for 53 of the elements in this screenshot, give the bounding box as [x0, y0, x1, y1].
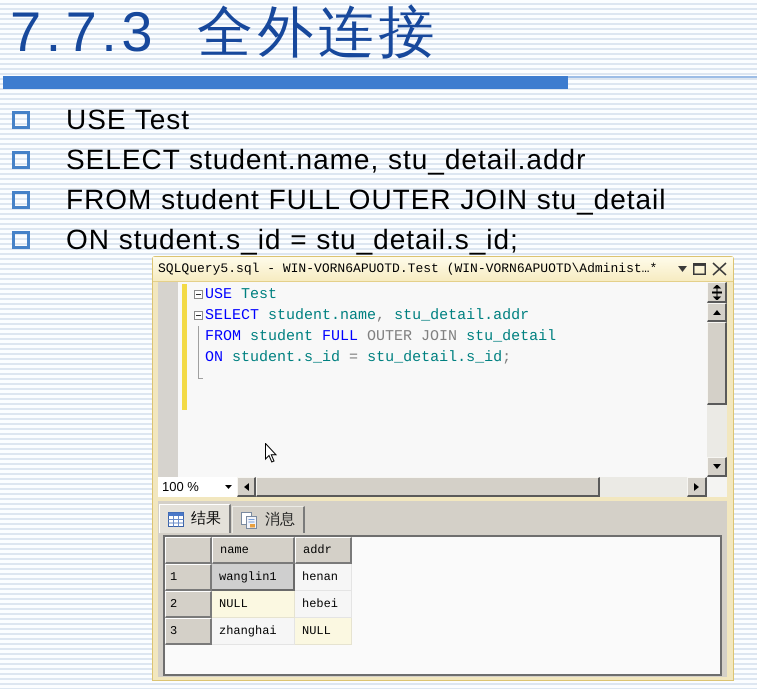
- bullet-text: SELECT student.name, stu_detail.addr: [66, 143, 586, 177]
- bullet-text: FROM student FULL OUTER JOIN stu_detail: [66, 183, 666, 217]
- column-header[interactable]: name: [212, 537, 295, 564]
- square-bullet-icon: [12, 191, 30, 209]
- table-grid-icon: [168, 512, 184, 526]
- code-line: SELECT student.name, stu_detail.addr: [205, 306, 530, 326]
- vertical-scrollbar[interactable]: [707, 282, 727, 477]
- scrollbar-corner: [707, 477, 727, 497]
- table-cell[interactable]: NULL: [295, 618, 352, 645]
- column-header[interactable]: addr: [295, 537, 352, 564]
- table-cell[interactable]: zhanghai: [212, 618, 295, 645]
- scroll-left-button[interactable]: [237, 477, 256, 497]
- close-icon[interactable]: [712, 262, 727, 276]
- scrollbar-thumb[interactable]: [256, 477, 600, 497]
- collapse-icon[interactable]: [194, 311, 202, 320]
- square-bullet-icon: [12, 151, 30, 169]
- row-number[interactable]: 2: [165, 591, 212, 618]
- documents-icon: [241, 512, 258, 528]
- caret-down-icon: [225, 485, 232, 489]
- collapse-icon[interactable]: [194, 290, 202, 299]
- mouse-pointer-icon: [265, 443, 277, 463]
- code-line: USE Test: [205, 285, 278, 305]
- horizontal-scrollbar[interactable]: [237, 477, 707, 497]
- bullet-text: USE Test: [66, 103, 190, 137]
- caret-left-icon: [242, 482, 250, 490]
- scroll-down-button[interactable]: [707, 457, 727, 477]
- table-cell[interactable]: henan: [295, 564, 352, 591]
- scroll-right-button[interactable]: [687, 477, 707, 497]
- maximize-icon[interactable]: [693, 263, 706, 275]
- caret-up-icon: [712, 308, 720, 316]
- table-cell[interactable]: NULL: [212, 591, 295, 618]
- code-editor[interactable]: USE Test SELECT student.name, stu_detail.addr FROM student FULL OUTER JOIN stu_detail ON student.s_id = stu_detail.s_id;: [178, 282, 707, 477]
- row-number[interactable]: 1: [165, 564, 212, 591]
- scroll-up-button[interactable]: [707, 303, 727, 322]
- square-bullet-icon: [12, 111, 30, 129]
- table-cell[interactable]: wanglin1: [212, 564, 295, 591]
- caret-down-icon[interactable]: [678, 266, 687, 272]
- outline-end-icon: [198, 368, 202, 379]
- row-number[interactable]: 3: [165, 618, 212, 645]
- result-tab[interactable]: 结果: [159, 504, 231, 533]
- result-tab[interactable]: 消息: [232, 506, 305, 533]
- caret-down-icon: [712, 463, 720, 470]
- bullet-text: ON student.s_id = stu_detail.s_id;: [66, 223, 519, 257]
- split-handle-icon[interactable]: [707, 282, 727, 303]
- code-line: FROM student FULL OUTER JOIN stu_detail: [205, 327, 556, 347]
- scrollbar-thumb[interactable]: [707, 322, 727, 405]
- slide-title: 7.7.3 全外连接: [10, 0, 439, 64]
- zoom-level-combo[interactable]: 100 %: [158, 477, 237, 497]
- window-title: SQLQuery5.sql - WIN-VORN6APUOTD.Test (WIN-VORN6APUOTD\Administ…*: [158, 260, 658, 278]
- code-line: ON student.s_id = stu_detail.s_id;: [205, 348, 512, 368]
- table-cell[interactable]: hebei: [295, 591, 352, 618]
- square-bullet-icon: [12, 231, 30, 249]
- caret-right-icon: [693, 482, 700, 490]
